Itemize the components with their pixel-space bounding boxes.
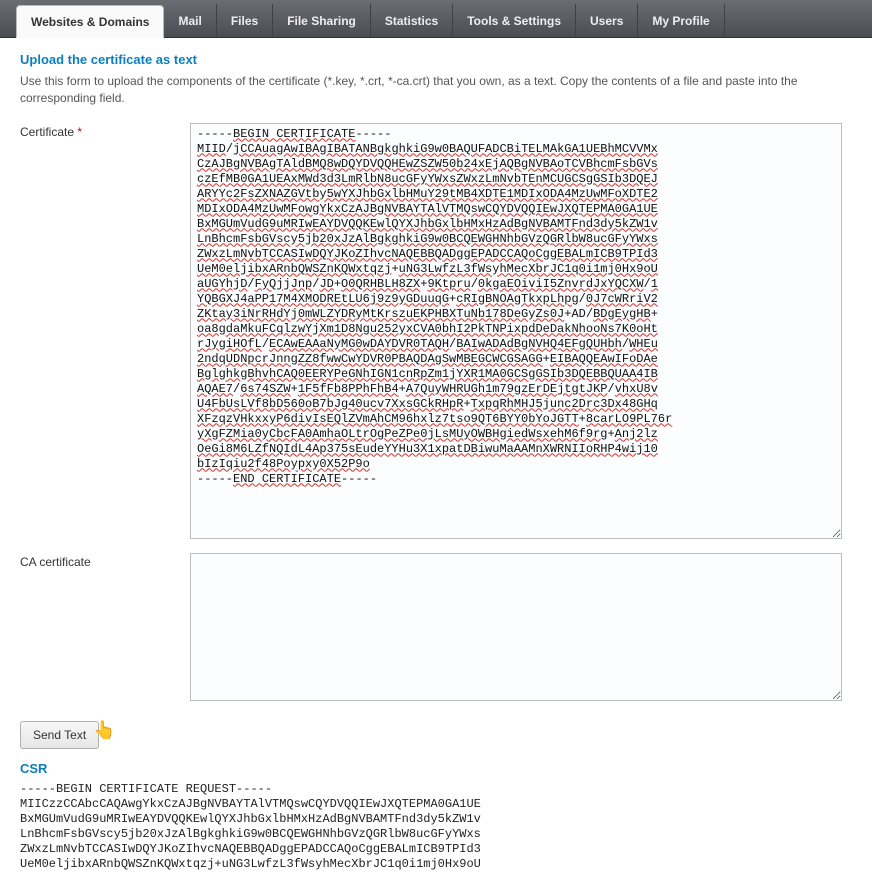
ca-certificate-textarea[interactable]	[190, 553, 842, 701]
main-tabs: Websites & Domains Mail Files File Shari…	[0, 0, 872, 38]
tab-mail[interactable]: Mail	[164, 4, 216, 37]
form-content: Upload the certificate as text Use this …	[0, 38, 872, 892]
tab-my-profile[interactable]: My Profile	[638, 4, 724, 37]
send-text-button[interactable]: Send Text	[20, 721, 99, 749]
tab-users[interactable]: Users	[576, 4, 638, 37]
tab-file-sharing[interactable]: File Sharing	[273, 4, 371, 37]
ca-certificate-label: CA certificate	[20, 553, 190, 569]
certificate-label: Certificate *	[20, 123, 190, 139]
section-title: Upload the certificate as text	[20, 52, 852, 67]
csr-text-block: -----BEGIN CERTIFICATE REQUEST----- MIIC…	[20, 782, 852, 872]
tab-files[interactable]: Files	[217, 4, 273, 37]
tab-tools-settings[interactable]: Tools & Settings	[453, 4, 576, 37]
tab-websites-domains[interactable]: Websites & Domains	[16, 5, 164, 38]
tab-statistics[interactable]: Statistics	[371, 4, 453, 37]
form-description: Use this form to upload the components o…	[20, 73, 840, 107]
certificate-textarea[interactable]: -----BEGIN CERTIFICATE-----MIID/jCCAuagA…	[190, 123, 842, 539]
csr-section-title[interactable]: CSR	[20, 761, 852, 776]
